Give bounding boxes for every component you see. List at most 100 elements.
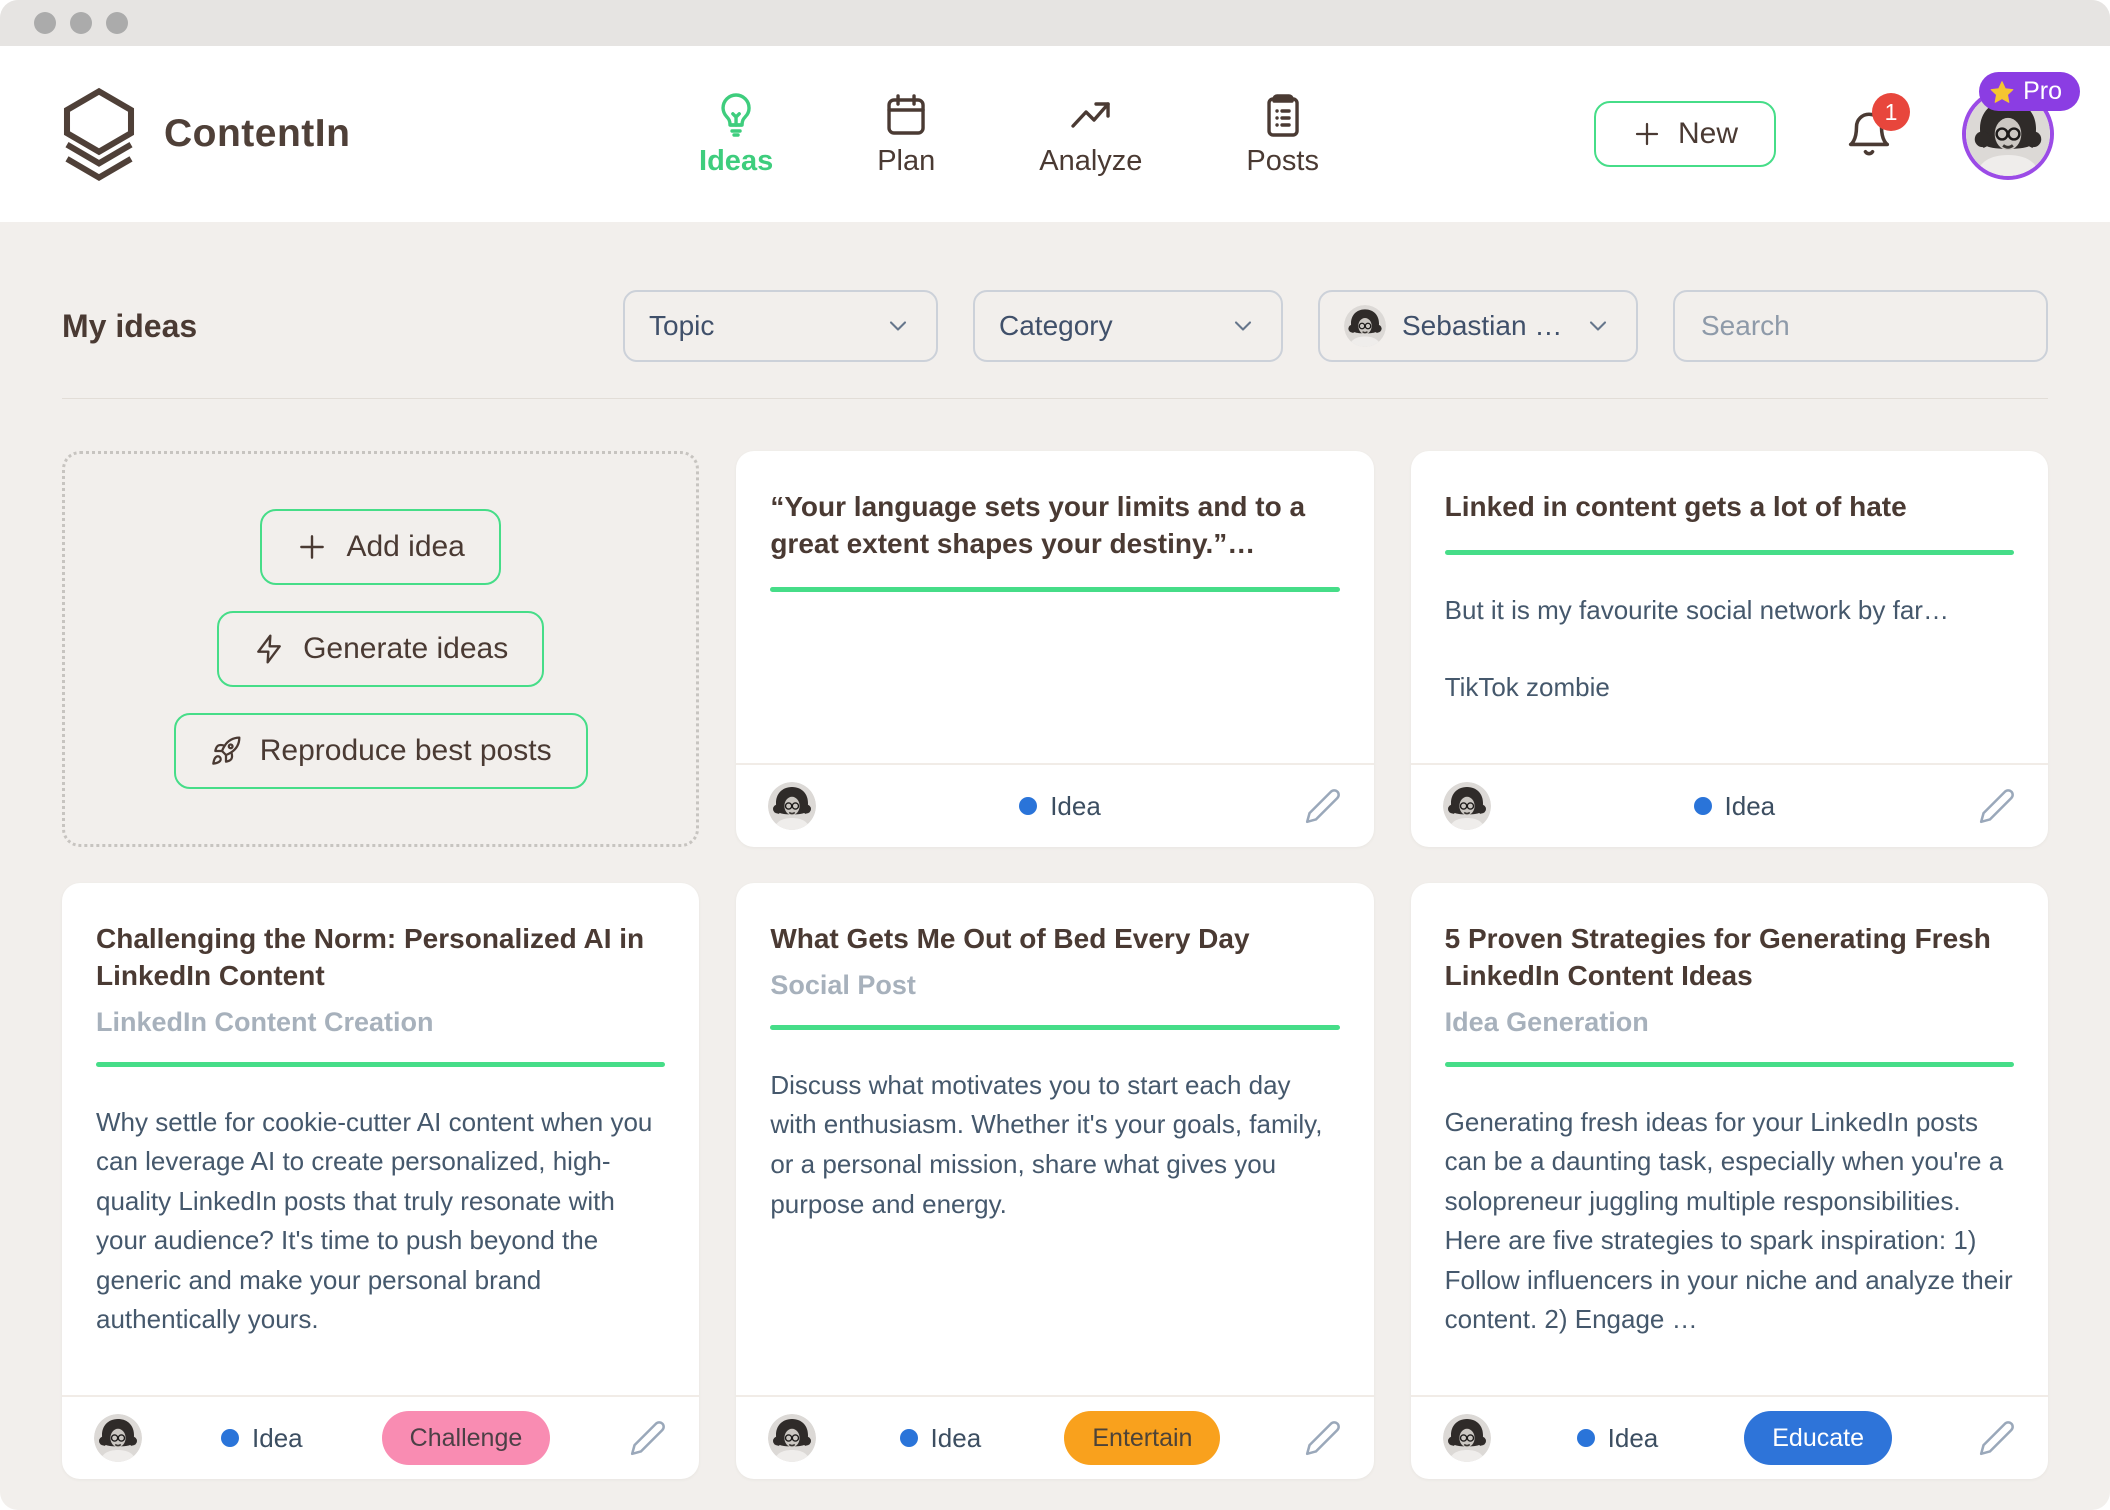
plus-icon: [296, 531, 328, 563]
idea-card-challenging-norm[interactable]: Challenging the Norm: Personalized AI in…: [62, 883, 699, 1479]
reproduce-best-posts-button-label: Reproduce best posts: [260, 734, 552, 768]
new-button[interactable]: New: [1594, 101, 1776, 167]
card-title: 5 Proven Strategies for Generating Fresh…: [1445, 921, 2014, 995]
reproduce-best-posts-button[interactable]: Reproduce best posts: [174, 713, 588, 789]
app-window: ContentIn Ideas Plan: [0, 0, 2110, 1510]
nav-label: Plan: [877, 145, 935, 178]
search-box: [1673, 290, 2048, 362]
nav-label: Ideas: [699, 145, 773, 178]
zap-icon: [253, 633, 285, 665]
category-badge[interactable]: Educate: [1744, 1411, 1892, 1465]
idea-card-linkedin-hate[interactable]: Linked in content gets a lot of hate But…: [1411, 451, 2048, 847]
nav-tab-posts[interactable]: Posts: [1246, 91, 1319, 178]
trending-up-icon: [1067, 91, 1115, 139]
idea-type-label: Idea: [1050, 791, 1101, 822]
card-topic-subtitle: Social Post: [770, 970, 1339, 1001]
card-footer: Idea: [736, 763, 1373, 847]
notifications-button[interactable]: 1: [1844, 109, 1894, 159]
card-body-paragraph: Discuss what motivates you to start each…: [770, 1066, 1339, 1224]
edit-idea-button[interactable]: [1978, 787, 2016, 825]
window-zoom-button[interactable]: [106, 12, 128, 34]
avatar: [1443, 1414, 1491, 1462]
pencil-icon: [1304, 1419, 1342, 1457]
window-minimize-button[interactable]: [70, 12, 92, 34]
card-body-paragraph: Generating fresh ideas for your LinkedIn…: [1445, 1103, 2014, 1340]
window-close-button[interactable]: [34, 12, 56, 34]
card-accent-rule: [1445, 1062, 2014, 1067]
clipboard-icon: [1259, 91, 1307, 139]
edit-idea-button[interactable]: [1304, 787, 1342, 825]
app-header: ContentIn Ideas Plan: [0, 46, 2110, 222]
chevron-down-icon: [1584, 312, 1612, 340]
card-footer: Idea: [1411, 763, 2048, 847]
avatar: [1344, 305, 1386, 347]
idea-type-label: Idea: [1608, 1423, 1659, 1454]
idea-card-five-strategies[interactable]: 5 Proven Strategies for Generating Fresh…: [1411, 883, 2048, 1479]
add-idea-button[interactable]: Add idea: [260, 509, 500, 585]
idea-type-label: Idea: [252, 1423, 303, 1454]
nav-label: Posts: [1246, 145, 1319, 178]
card-body: Discuss what motivates you to start each…: [770, 1066, 1339, 1224]
header-actions: New 1 Pro: [1594, 88, 2080, 180]
card-accent-rule: [96, 1062, 665, 1067]
category-badge[interactable]: Entertain: [1064, 1411, 1220, 1465]
card-accent-rule: [770, 1025, 1339, 1030]
pencil-icon: [629, 1419, 667, 1457]
idea-card-out-of-bed[interactable]: What Gets Me Out of Bed Every Day Social…: [736, 883, 1373, 1479]
category-filter-dropdown[interactable]: Category: [973, 290, 1283, 362]
nav-tab-plan[interactable]: Plan: [877, 91, 935, 178]
page-title: My ideas: [62, 308, 197, 345]
idea-type-tag: Idea: [1019, 791, 1101, 822]
pencil-icon: [1978, 787, 2016, 825]
card-title: What Gets Me Out of Bed Every Day: [770, 921, 1339, 958]
card-footer: Idea Entertain: [736, 1395, 1373, 1479]
card-content: Linked in content gets a lot of hate But…: [1411, 451, 2048, 763]
calendar-icon: [882, 91, 930, 139]
generate-ideas-button-label: Generate ideas: [303, 632, 508, 666]
card-title: Linked in content gets a lot of hate: [1445, 489, 2014, 526]
card-content: “Your language sets your limits and to a…: [736, 451, 1373, 763]
card-title: “Your language sets your limits and to a…: [770, 489, 1339, 563]
topic-filter-dropdown[interactable]: Topic: [623, 290, 938, 362]
idea-dot-icon: [1577, 1429, 1595, 1447]
search-input[interactable]: [1701, 310, 2020, 342]
card-accent-rule: [1445, 550, 2014, 555]
card-body-paragraph: TikTok zombie: [1445, 668, 2014, 708]
nav-tab-analyze[interactable]: Analyze: [1039, 91, 1142, 178]
pro-badge-label: Pro: [2023, 77, 2062, 106]
nav-label: Analyze: [1039, 145, 1142, 178]
card-body-paragraph: But it is my favourite social network by…: [1445, 591, 2014, 631]
idea-card-quote[interactable]: “Your language sets your limits and to a…: [736, 451, 1373, 847]
avatar: [94, 1414, 142, 1462]
generate-ideas-button[interactable]: Generate ideas: [217, 611, 544, 687]
idea-dot-icon: [221, 1429, 239, 1447]
category-badge[interactable]: Challenge: [382, 1411, 551, 1465]
user-menu: Pro: [1962, 88, 2054, 180]
edit-idea-button[interactable]: [1978, 1419, 2016, 1457]
card-topic-subtitle: Idea Generation: [1445, 1007, 2014, 1038]
brand-name: ContentIn: [164, 112, 350, 156]
add-idea-button-label: Add idea: [346, 530, 464, 564]
filter-bar: My ideas Topic Category Sebastian …: [62, 290, 2048, 362]
brand: ContentIn: [56, 86, 350, 182]
main-content: My ideas Topic Category Sebastian …: [0, 290, 2110, 1479]
avatar: [1443, 782, 1491, 830]
edit-idea-button[interactable]: [1304, 1419, 1342, 1457]
card-content: What Gets Me Out of Bed Every Day Social…: [736, 883, 1373, 1395]
nav-tab-ideas[interactable]: Ideas: [699, 91, 773, 178]
idea-type-tag: Idea: [1694, 791, 1776, 822]
ideas-grid: Add idea Generate ideas Reproduce best p…: [62, 451, 2048, 1479]
idea-type-tag: Idea: [900, 1423, 982, 1454]
section-divider: [62, 398, 2048, 399]
idea-dot-icon: [1019, 797, 1037, 815]
idea-type-tag: Idea: [221, 1423, 303, 1454]
category-filter-label: Category: [999, 310, 1113, 342]
card-footer: Idea Challenge: [62, 1395, 699, 1479]
card-content: Challenging the Norm: Personalized AI in…: [62, 883, 699, 1395]
pencil-icon: [1304, 787, 1342, 825]
card-title: Challenging the Norm: Personalized AI in…: [96, 921, 665, 995]
add-idea-card: Add idea Generate ideas Reproduce best p…: [62, 451, 699, 847]
card-accent-rule: [770, 587, 1339, 592]
edit-idea-button[interactable]: [629, 1419, 667, 1457]
author-filter-dropdown[interactable]: Sebastian …: [1318, 290, 1638, 362]
